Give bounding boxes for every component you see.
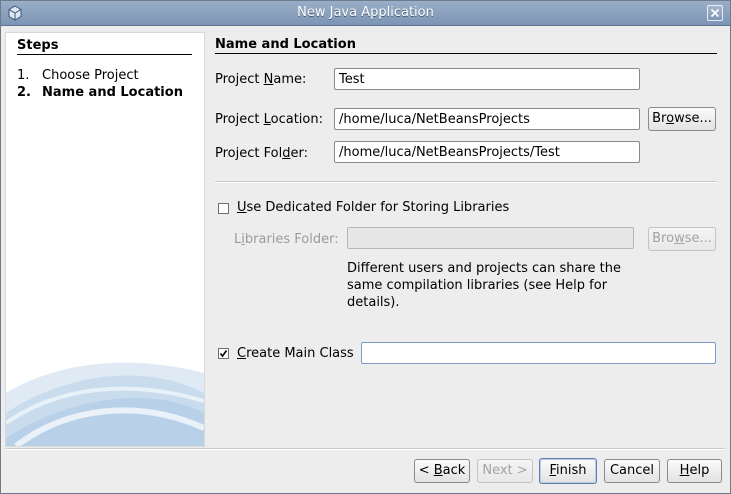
- step-choose-project: 1. Choose Project: [17, 68, 139, 83]
- dedicated-folder-label[interactable]: Use Dedicated Folder for Storing Librari…: [237, 200, 509, 215]
- dedicated-folder-checkbox[interactable]: [218, 203, 229, 214]
- separator: [215, 181, 717, 183]
- footer-divider: [5, 448, 725, 450]
- steps-panel: Steps 1. Choose Project 2. Name and Locati…: [5, 32, 205, 447]
- finish-button[interactable]: Finish: [539, 458, 597, 484]
- project-name-input[interactable]: Test: [334, 68, 640, 90]
- step-label: Name and Location: [42, 85, 183, 100]
- project-location-label: Project Location:: [215, 112, 323, 127]
- help-button[interactable]: Help: [667, 459, 722, 483]
- cancel-button[interactable]: Cancel: [604, 459, 660, 483]
- libraries-folder-input[interactable]: [347, 227, 634, 249]
- steps-heading: Steps: [17, 38, 59, 53]
- next-button[interactable]: Next >: [477, 459, 533, 483]
- main-class-input[interactable]: [361, 342, 716, 364]
- steps-divider: [17, 54, 192, 55]
- project-folder-input[interactable]: /home/luca/NetBeansProjects/Test: [334, 141, 640, 163]
- project-name-label: Project Name:: [215, 72, 307, 87]
- step-number: 2.: [17, 85, 31, 100]
- step-name-and-location: 2. Name and Location: [17, 85, 183, 100]
- window-title: New Java Application: [297, 5, 434, 20]
- create-main-class-checkbox[interactable]: [218, 348, 229, 359]
- section-title: Name and Location: [215, 37, 356, 52]
- title-bar[interactable]: New Java Application: [1, 1, 730, 26]
- section-divider: [215, 53, 717, 54]
- step-label: Choose Project: [42, 68, 139, 83]
- project-folder-label: Project Folder:: [215, 146, 308, 161]
- checkmark-icon: [219, 350, 228, 358]
- libraries-info-text: Different users and projects can share t…: [347, 261, 621, 310]
- project-location-input[interactable]: /home/luca/NetBeansProjects: [334, 108, 640, 130]
- back-button[interactable]: < Back: [414, 459, 470, 483]
- create-main-class-label[interactable]: Create Main Class: [237, 346, 354, 361]
- browse-location-button[interactable]: Browse...: [648, 107, 716, 131]
- step-number: 1.: [17, 68, 30, 83]
- libraries-folder-label: Libraries Folder:: [234, 232, 339, 247]
- close-button[interactable]: [707, 5, 723, 21]
- browse-libraries-button[interactable]: Browse...: [648, 227, 716, 251]
- decorative-swoosh-graphic: [6, 362, 204, 446]
- dialog-window: New Java Application Steps 1. Choose Proj…: [0, 0, 731, 494]
- close-icon: [710, 8, 720, 18]
